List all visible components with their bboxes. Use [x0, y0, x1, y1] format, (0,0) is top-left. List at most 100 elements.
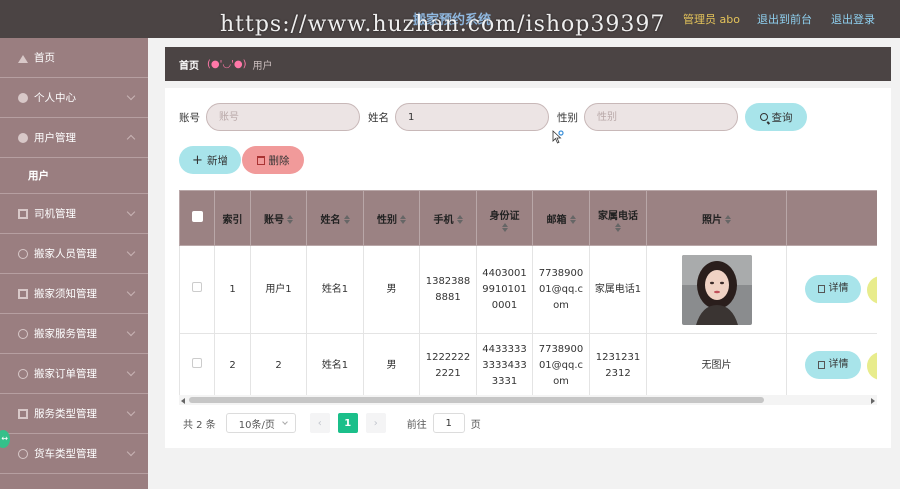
scroll-left-icon[interactable]	[181, 398, 185, 404]
column-header-sortable[interactable]: 身份证	[476, 190, 533, 246]
sidebar-item-service-type[interactable]: 服务类型管理	[0, 394, 148, 434]
column-header-sortable[interactable]: 邮箱	[532, 190, 590, 246]
cell-photo	[646, 245, 787, 334]
sort-icon[interactable]	[501, 222, 508, 232]
detail-button[interactable]: 详情	[805, 275, 861, 303]
column-header-sortable[interactable]: 性别	[363, 190, 420, 246]
column-header-sortable[interactable]: 手机	[419, 190, 477, 246]
detail-button[interactable]: 详情	[805, 351, 861, 379]
column-header-sortable[interactable]: 家属电话	[589, 190, 647, 246]
pagination: 共 2 条 10条/页 ‹ 1 › 前往 页	[183, 413, 481, 433]
document-icon	[817, 361, 825, 369]
sidebar-item-label: 搬家订单管理	[34, 368, 97, 380]
edit-button[interactable]	[867, 352, 877, 380]
sidebar-item-service[interactable]: 搬家服务管理	[0, 314, 148, 354]
sidebar-item-personal[interactable]: 个人中心	[0, 78, 148, 118]
sort-icon[interactable]	[615, 222, 621, 232]
sidebar-item-orders[interactable]: 搬家订单管理	[0, 354, 148, 394]
page-size-select[interactable]: 10条/页	[225, 413, 296, 433]
table-row: 1 用户1 姓名1 男 13823888881 4403001991010100…	[179, 245, 877, 334]
cell-name: 姓名1	[306, 333, 364, 398]
delete-button[interactable]: 删除	[242, 146, 304, 174]
delete-button-label: 删除	[268, 154, 290, 167]
circle-icon	[18, 328, 28, 339]
page-suffix: 页	[470, 419, 481, 431]
sort-icon[interactable]	[287, 214, 293, 224]
prev-page-button[interactable]: ‹	[309, 413, 330, 433]
user-table: 索引 账号 姓名 性别 手机 身份证 邮箱 家属电话 照片 1 用户1 姓名1 …	[179, 190, 877, 404]
sidebar-item-driver[interactable]: 司机管理	[0, 194, 148, 234]
cell-email: 773890001@qq.com	[532, 245, 590, 334]
row-select-cell[interactable]	[179, 333, 215, 398]
trash-icon	[256, 155, 265, 165]
cell-actions: 详情	[786, 245, 877, 334]
breadcrumb-current: 用户	[252, 60, 273, 72]
chevron-down-icon	[126, 407, 136, 417]
portrait-image	[681, 254, 752, 325]
sidebar-subitem-user[interactable]: 用户	[0, 158, 148, 194]
sort-icon[interactable]	[343, 214, 350, 224]
chevron-down-icon	[281, 419, 288, 425]
add-button[interactable]: + 新增	[179, 146, 241, 174]
front-link[interactable]: 退出到前台	[757, 11, 812, 27]
horizontal-scrollbar[interactable]	[179, 395, 877, 405]
breadcrumb-home[interactable]: 首页	[179, 57, 199, 72]
search-button-label: 查询	[771, 111, 793, 124]
sort-icon[interactable]	[569, 214, 576, 224]
select-all-checkbox[interactable]	[191, 211, 203, 222]
cell-phone: 12222222221	[419, 333, 477, 398]
account-input[interactable]	[206, 103, 360, 131]
name-label: 姓名	[368, 111, 389, 124]
sidebar-item-label: 货车类型管理	[34, 448, 97, 460]
edit-button[interactable]	[867, 276, 877, 304]
sidebar-item-home[interactable]: 首页	[0, 38, 148, 78]
column-header-sortable[interactable]: 账号	[250, 190, 307, 246]
cell-photo: 无图片	[646, 333, 787, 398]
column-header-sortable[interactable]: 照片	[646, 190, 787, 246]
cell-phone: 13823888881	[419, 245, 477, 334]
name-input[interactable]	[395, 103, 549, 131]
grid-icon	[18, 408, 28, 419]
document-icon	[817, 285, 825, 293]
page-size-value: 10条/页	[238, 419, 275, 431]
sidebar-item-label: 个人中心	[34, 92, 76, 104]
cell-index: 2	[214, 333, 251, 398]
circle-icon	[18, 448, 28, 459]
scroll-right-icon[interactable]	[871, 398, 875, 404]
row-checkbox[interactable]	[192, 357, 202, 368]
gender-input[interactable]	[584, 103, 738, 131]
breadcrumb-separator: (●'◡'●)	[207, 58, 247, 70]
sidebar-item-label: 司机管理	[34, 208, 76, 220]
grid-icon	[18, 208, 28, 219]
sort-icon[interactable]	[725, 214, 731, 224]
search-button[interactable]: 查询	[745, 103, 807, 131]
main-panel: 账号 姓名 性别 查询 + 新增 删除	[165, 88, 891, 448]
sidebar-item-truck-type[interactable]: 货车类型管理	[0, 434, 148, 474]
goto-label: 前往	[406, 419, 427, 431]
page-number-button[interactable]: 1	[337, 413, 358, 433]
scrollbar-thumb[interactable]	[189, 397, 764, 403]
sidebar-item-movers[interactable]: 搬家人员管理	[0, 234, 148, 274]
table-row: 2 2 姓名1 男 12222222221 443333333334333331…	[179, 333, 877, 398]
cell-account: 用户1	[250, 245, 307, 334]
add-button-label: 新增	[206, 154, 228, 167]
sort-icon[interactable]	[400, 214, 406, 224]
sidebar-item-notice[interactable]: 搬家须知管理	[0, 274, 148, 314]
total-count: 共 2 条	[183, 419, 216, 431]
next-page-button[interactable]: ›	[365, 413, 386, 433]
sidebar-item-user-management[interactable]: 用户管理	[0, 118, 148, 158]
select-all-header[interactable]	[179, 190, 215, 246]
chevron-down-icon	[126, 207, 136, 217]
row-select-cell[interactable]	[179, 245, 215, 334]
home-icon	[18, 53, 28, 63]
column-header-sortable[interactable]: 姓名	[306, 190, 364, 246]
chevron-down-icon	[126, 247, 136, 257]
chevron-down-icon	[126, 287, 136, 297]
goto-page-input[interactable]	[432, 413, 465, 433]
cell-gender: 男	[363, 245, 420, 334]
row-checkbox[interactable]	[192, 281, 202, 292]
logout-link[interactable]: 退出登录	[831, 11, 875, 27]
cell-id-card: 440300199101010001	[476, 245, 533, 334]
sort-icon[interactable]	[456, 214, 463, 224]
cell-email: 773890001@qq.com	[532, 333, 590, 398]
